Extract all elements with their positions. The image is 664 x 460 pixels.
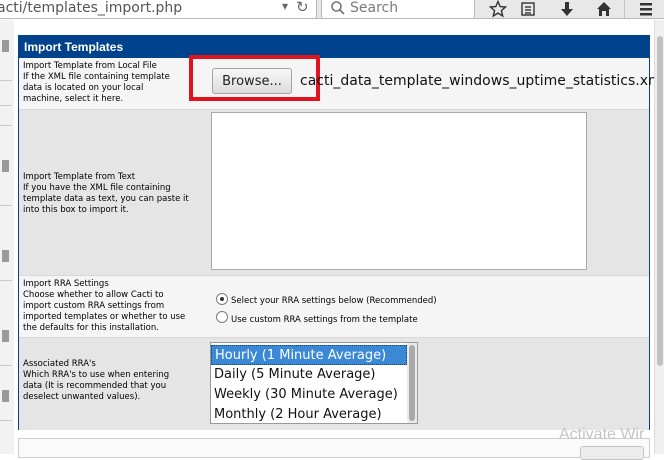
activation-watermark: Activate Wir <box>559 426 645 443</box>
help-line: template data as text, you can paste it <box>23 194 189 204</box>
sidebar-divider <box>0 205 12 206</box>
bookmark-star-icon[interactable] <box>486 0 510 19</box>
help-line: imported templates or whether to use <box>23 312 186 322</box>
help-line: data (It is recommended that you <box>23 381 167 391</box>
toolbar-separator <box>624 0 625 18</box>
url-dropdown-icon[interactable]: ▾ <box>282 0 288 13</box>
url-bar[interactable]: acti/templates_import.php ▾ ↻ <box>0 0 317 19</box>
sidebar-marker <box>2 160 9 172</box>
search-placeholder[interactable]: Search <box>350 0 398 16</box>
rra-settings-row: Import RRA Settings Choose whether to al… <box>19 276 649 338</box>
help-line: If the XML file containing template <box>23 72 170 82</box>
help-line: If you have the XML file containing <box>23 183 171 193</box>
search-icon <box>331 1 345 15</box>
help-line: Which RRA's to use when entering <box>23 370 170 380</box>
help-line: machine, select it here. <box>23 94 124 104</box>
rra-settings-description: Import RRA Settings Choose whether to al… <box>23 279 208 334</box>
sidebar-divider <box>0 280 12 281</box>
rra-list-option[interactable]: Daily (5 Minute Average) <box>211 365 407 385</box>
text-import-description: Import Template from Text If you have th… <box>23 172 208 216</box>
sidebar-marker <box>2 330 9 342</box>
browser-toolbar: acti/templates_import.php ▾ ↻ Search <box>0 0 664 19</box>
local-file-description: Import Template from Local File If the X… <box>23 61 208 105</box>
associated-rras-description: Associated RRA's Which RRA's to use when… <box>23 359 208 403</box>
reading-list-icon[interactable] <box>516 0 540 19</box>
download-icon[interactable] <box>555 0 579 19</box>
panel-title: Import Templates <box>24 40 124 54</box>
template-text-area[interactable] <box>211 112 587 270</box>
help-line: deselect unwanted values). <box>23 392 141 402</box>
associated-rras-label: Associated RRA's <box>23 359 96 369</box>
menu-icon[interactable] <box>634 0 658 19</box>
sidebar-divider <box>0 125 12 126</box>
reload-icon[interactable]: ↻ <box>296 0 309 16</box>
sidebar-divider <box>0 420 12 421</box>
listbox-scroll-thumb[interactable] <box>409 345 415 421</box>
help-line: data is located on your local <box>23 83 144 93</box>
help-line: import custom RRA settings from <box>23 301 165 311</box>
help-line: into this box to import it. <box>23 205 129 215</box>
local-file-label: Import Template from Local File <box>23 61 157 71</box>
page-scrollbar[interactable] <box>654 20 664 454</box>
text-import-label: Import Template from Text <box>23 172 136 182</box>
page-scroll-thumb[interactable] <box>657 36 663 366</box>
help-line: Choose whether to allow Cacti to <box>23 290 164 300</box>
sidebar-marker <box>2 250 9 262</box>
rra-list-option[interactable]: Weekly (30 Minute Average) <box>211 385 407 405</box>
help-line: the defaults for this installation. <box>23 323 159 333</box>
panel-header: Import Templates <box>19 36 649 58</box>
sidebar-divider <box>0 105 12 106</box>
sidebar-marker <box>2 40 9 52</box>
bottom-panel <box>18 438 650 458</box>
search-bar[interactable]: Search <box>321 0 475 19</box>
sidebar-marker <box>2 390 9 402</box>
rra-option-recommended-radio[interactable] <box>216 293 228 305</box>
rra-option-custom-label[interactable]: Use custom RRA settings from the templat… <box>231 315 418 325</box>
url-text[interactable]: acti/templates_import.php <box>0 0 182 16</box>
bottom-button[interactable] <box>580 446 644 460</box>
sidebar-divider <box>0 365 12 366</box>
rra-list-option[interactable]: Monthly (2 Hour Average) <box>211 405 407 423</box>
rra-list-option[interactable]: Hourly (1 Minute Average) <box>211 345 407 365</box>
rra-option-custom-radio[interactable] <box>216 311 228 323</box>
selected-filename: cacti_data_template_windows_uptime_stati… <box>300 73 664 89</box>
import-templates-panel: Import Templates Import Template from Lo… <box>18 35 664 430</box>
left-sidebar-edge <box>0 20 14 454</box>
associated-rras-listbox[interactable]: Hourly (1 Minute Average) Daily (5 Minut… <box>210 342 418 424</box>
home-icon[interactable] <box>592 0 616 19</box>
listbox-scrollbar[interactable] <box>407 343 417 423</box>
rra-settings-label: Import RRA Settings <box>23 279 109 289</box>
rra-option-recommended-label[interactable]: Select your RRA settings below (Recommen… <box>231 296 437 306</box>
sidebar-divider <box>0 80 12 81</box>
